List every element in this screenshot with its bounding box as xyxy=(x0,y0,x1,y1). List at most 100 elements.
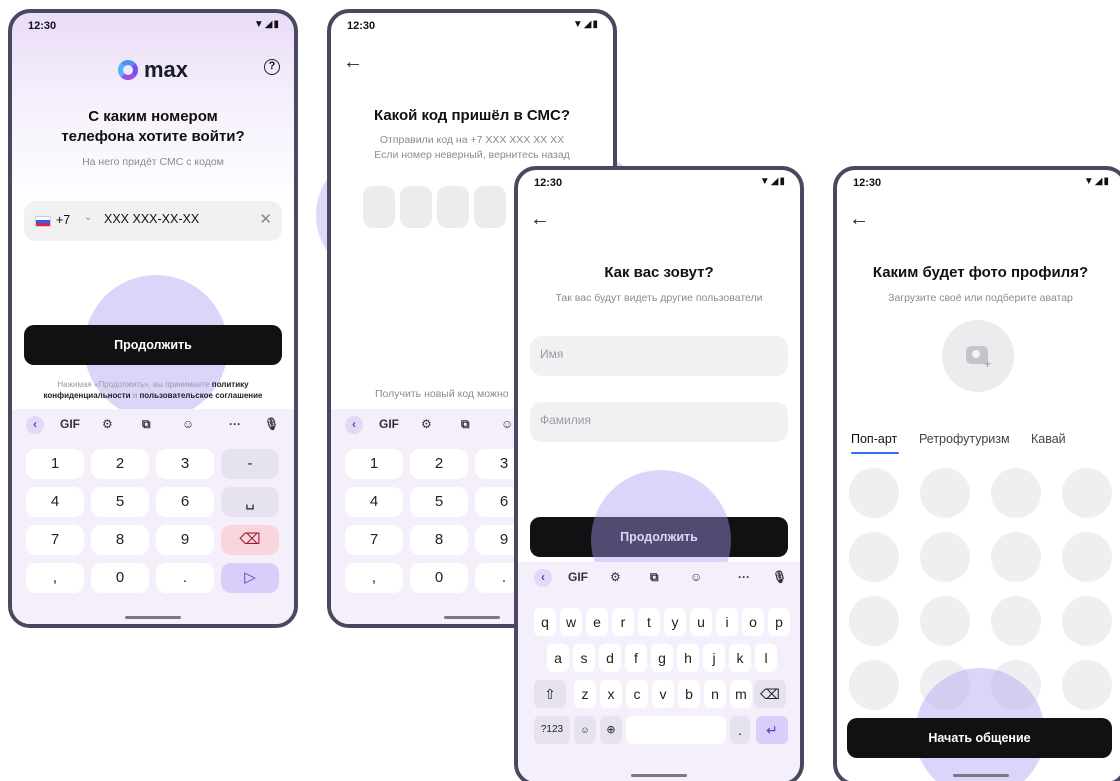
more-icon[interactable]: ··· xyxy=(229,417,241,431)
key-v[interactable]: v xyxy=(652,680,674,708)
key-o[interactable]: o xyxy=(742,608,764,636)
emoji-icon[interactable]: ☺ xyxy=(574,716,596,744)
avatar-option[interactable] xyxy=(849,596,899,646)
key-x[interactable]: x xyxy=(600,680,622,708)
tab-retrofuturism[interactable]: Ретрофутуризм xyxy=(919,432,1010,446)
key-comma[interactable]: , xyxy=(345,563,403,593)
key-b[interactable]: b xyxy=(678,680,700,708)
start-chatting-button[interactable]: Начать общение xyxy=(847,718,1112,758)
russia-flag-icon[interactable] xyxy=(35,216,51,227)
back-arrow-icon[interactable]: ← xyxy=(343,51,363,74)
otp-digit-1[interactable] xyxy=(363,186,395,228)
key-f[interactable]: f xyxy=(625,644,647,672)
translate-icon[interactable]: ⧉ xyxy=(142,417,151,432)
gear-icon[interactable]: ⚙ xyxy=(421,417,432,431)
avatar-option[interactable] xyxy=(1062,596,1112,646)
otp-digit-2[interactable] xyxy=(400,186,432,228)
key-j[interactable]: j xyxy=(703,644,725,672)
key-p[interactable]: p xyxy=(768,608,790,636)
key-l[interactable]: l xyxy=(755,644,777,672)
period-key[interactable]: . xyxy=(730,716,750,744)
key-t[interactable]: t xyxy=(638,608,660,636)
key-minus[interactable]: - xyxy=(221,449,279,479)
avatar-option[interactable] xyxy=(1062,468,1112,518)
key-1[interactable]: 1 xyxy=(26,449,84,479)
key-q[interactable]: q xyxy=(534,608,556,636)
key-g[interactable]: g xyxy=(651,644,673,672)
chevron-down-icon[interactable]: ⌄ xyxy=(84,212,92,223)
backspace-icon[interactable]: ⌫ xyxy=(754,680,786,708)
avatar-option[interactable] xyxy=(991,596,1041,646)
mic-icon[interactable]: 🎙 xyxy=(264,417,279,431)
avatar-option[interactable] xyxy=(991,532,1041,582)
key-4[interactable]: 4 xyxy=(345,487,403,517)
chevron-left-icon[interactable]: ‹ xyxy=(26,416,44,434)
gif-button[interactable]: GIF xyxy=(379,417,399,431)
mic-icon[interactable]: 🎙 xyxy=(772,570,787,584)
avatar-option[interactable] xyxy=(920,596,970,646)
key-u[interactable]: u xyxy=(690,608,712,636)
key-9[interactable]: 9 xyxy=(156,525,214,555)
key-2[interactable]: 2 xyxy=(91,449,149,479)
last-name-input[interactable] xyxy=(540,413,740,427)
more-icon[interactable]: ··· xyxy=(738,570,750,584)
otp-digit-4[interactable] xyxy=(474,186,506,228)
avatar-option[interactable] xyxy=(849,468,899,518)
phone-field[interactable]: +7 ⌄ ✕ xyxy=(24,201,282,241)
tab-kawaii[interactable]: Кавай xyxy=(1031,432,1066,446)
key-c[interactable]: c xyxy=(626,680,648,708)
key-e[interactable]: e xyxy=(586,608,608,636)
avatar-option[interactable] xyxy=(849,532,899,582)
sticker-icon[interactable]: ☺ xyxy=(690,570,702,584)
key-0[interactable]: 0 xyxy=(91,563,149,593)
key-2[interactable]: 2 xyxy=(410,449,468,479)
key-0[interactable]: 0 xyxy=(410,563,468,593)
avatar-option[interactable] xyxy=(920,468,970,518)
sticker-icon[interactable]: ☺ xyxy=(182,417,194,431)
phone-input[interactable] xyxy=(104,212,244,226)
globe-icon[interactable]: ⊕ xyxy=(600,716,622,744)
upload-photo-button[interactable]: + xyxy=(942,320,1014,392)
avatar-option[interactable] xyxy=(1062,532,1112,582)
gif-button[interactable]: GIF xyxy=(60,417,80,431)
key-comma[interactable]: , xyxy=(26,563,84,593)
key-8[interactable]: 8 xyxy=(91,525,149,555)
key-y[interactable]: y xyxy=(664,608,686,636)
key-7[interactable]: 7 xyxy=(26,525,84,555)
country-code[interactable]: +7 xyxy=(56,213,70,227)
key-k[interactable]: k xyxy=(729,644,751,672)
key-w[interactable]: w xyxy=(560,608,582,636)
key-6[interactable]: 6 xyxy=(156,487,214,517)
key-space[interactable]: ␣ xyxy=(221,487,279,517)
avatar-option[interactable] xyxy=(920,532,970,582)
key-h[interactable]: h xyxy=(677,644,699,672)
key-5[interactable]: 5 xyxy=(91,487,149,517)
key-i[interactable]: i xyxy=(716,608,738,636)
key-4[interactable]: 4 xyxy=(26,487,84,517)
gear-icon[interactable]: ⚙ xyxy=(610,570,621,584)
gear-icon[interactable]: ⚙ xyxy=(102,417,113,431)
key-s[interactable]: s xyxy=(573,644,595,672)
chevron-left-icon[interactable]: ‹ xyxy=(534,569,552,587)
first-name-input[interactable] xyxy=(540,347,740,361)
key-period[interactable]: . xyxy=(156,563,214,593)
chevron-left-icon[interactable]: ‹ xyxy=(345,416,363,434)
first-name-field[interactable] xyxy=(530,336,788,376)
back-arrow-icon[interactable]: ← xyxy=(530,208,550,231)
enter-icon[interactable]: ↵ xyxy=(756,716,788,744)
key-3[interactable]: 3 xyxy=(156,449,214,479)
last-name-field[interactable] xyxy=(530,402,788,442)
key-1[interactable]: 1 xyxy=(345,449,403,479)
key-5[interactable]: 5 xyxy=(410,487,468,517)
otp-digit-3[interactable] xyxy=(437,186,469,228)
avatar-option[interactable] xyxy=(1062,660,1112,710)
symbols-key[interactable]: ?123 xyxy=(534,716,570,744)
continue-button[interactable]: Продолжить xyxy=(24,325,282,365)
key-z[interactable]: z xyxy=(574,680,596,708)
avatar-option[interactable] xyxy=(849,660,899,710)
key-r[interactable]: r xyxy=(612,608,634,636)
key-n[interactable]: n xyxy=(704,680,726,708)
back-arrow-icon[interactable]: ← xyxy=(849,208,869,231)
gif-button[interactable]: GIF xyxy=(568,570,588,584)
user-agreement-link[interactable]: пользовательское соглашение xyxy=(139,391,262,400)
